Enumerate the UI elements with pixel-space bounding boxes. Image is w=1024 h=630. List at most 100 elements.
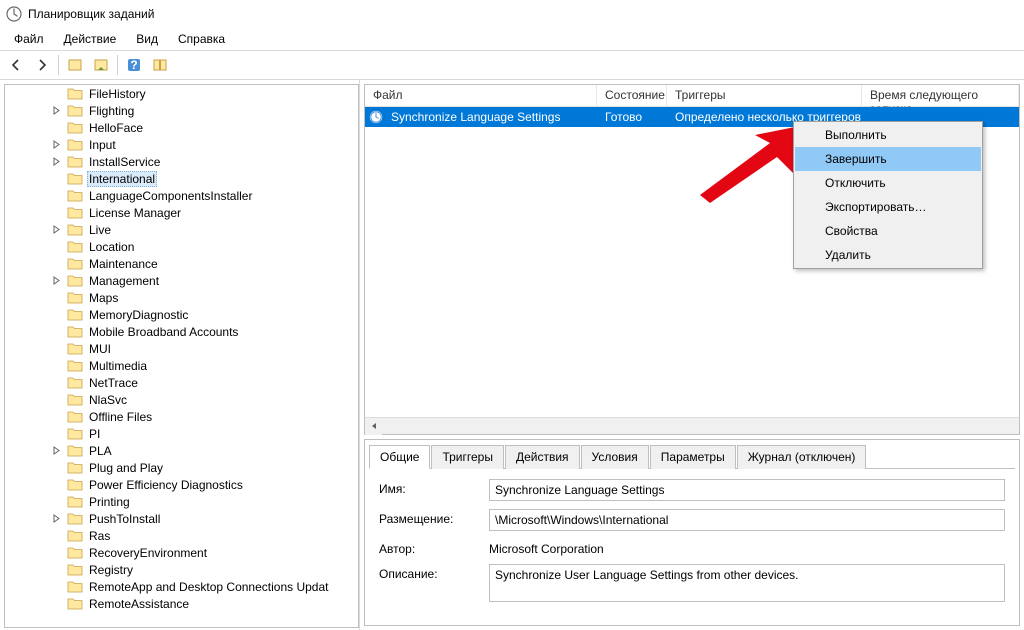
- tree-item[interactable]: FileHistory: [5, 85, 358, 102]
- scroll-left-icon[interactable]: [365, 418, 382, 435]
- tree-item[interactable]: Mobile Broadband Accounts: [5, 323, 358, 340]
- tree-item-label: Flighting: [87, 104, 136, 118]
- tree-item[interactable]: InstallService: [5, 153, 358, 170]
- tree-item[interactable]: Maps: [5, 289, 358, 306]
- tab-conditions[interactable]: Условия: [581, 445, 649, 469]
- field-name[interactable]: [489, 479, 1005, 501]
- tree-item[interactable]: Plug and Play: [5, 459, 358, 476]
- ctx-export[interactable]: Экспортировать…: [795, 195, 981, 219]
- tree-item-label: PLA: [87, 444, 114, 458]
- tree-item[interactable]: HelloFace: [5, 119, 358, 136]
- toolbar-btn-4[interactable]: [148, 53, 172, 77]
- field-description[interactable]: [489, 564, 1005, 602]
- tree-item[interactable]: PLA: [5, 442, 358, 459]
- task-name: Synchronize Language Settings: [383, 110, 597, 124]
- folder-icon: [67, 359, 83, 372]
- expand-icon[interactable]: [49, 138, 63, 152]
- tree-item-label: Management: [87, 274, 161, 288]
- tree-item[interactable]: Live: [5, 221, 358, 238]
- menu-help[interactable]: Справка: [168, 30, 235, 48]
- expand-icon[interactable]: [49, 274, 63, 288]
- toolbar-help-button[interactable]: ?: [122, 53, 146, 77]
- toolbar-back-button[interactable]: [4, 53, 28, 77]
- ctx-properties[interactable]: Свойства: [795, 219, 981, 243]
- folder-icon: [67, 376, 83, 389]
- toolbar-forward-button[interactable]: [30, 53, 54, 77]
- ctx-run[interactable]: Выполнить: [795, 123, 981, 147]
- tree-item[interactable]: Location: [5, 238, 358, 255]
- folder-icon: [67, 121, 83, 134]
- col-nextrun[interactable]: Время следующего запуска: [862, 85, 1019, 106]
- tree-item-label: Location: [87, 240, 136, 254]
- expand-icon[interactable]: [49, 444, 63, 458]
- tab-params[interactable]: Параметры: [650, 445, 736, 469]
- tree-item-label: Ras: [87, 529, 112, 543]
- tab-general[interactable]: Общие: [369, 445, 430, 469]
- tree-item[interactable]: RemoteApp and Desktop Connections Updat: [5, 578, 358, 595]
- tree-item[interactable]: Printing: [5, 493, 358, 510]
- menu-action[interactable]: Действие: [54, 30, 127, 48]
- tree-item[interactable]: Multimedia: [5, 357, 358, 374]
- tree-item[interactable]: PI: [5, 425, 358, 442]
- folder-icon: [67, 104, 83, 117]
- col-state[interactable]: Состояние: [597, 85, 667, 106]
- tree-item[interactable]: Registry: [5, 561, 358, 578]
- folder-icon: [67, 393, 83, 406]
- tree-item-label: Input: [87, 138, 118, 152]
- tree-item[interactable]: Offline Files: [5, 408, 358, 425]
- tab-triggers[interactable]: Триггеры: [431, 445, 504, 469]
- ctx-disable[interactable]: Отключить: [795, 171, 981, 195]
- tree-item[interactable]: Input: [5, 136, 358, 153]
- tab-history[interactable]: Журнал (отключен): [737, 445, 867, 469]
- tree-item-label: FileHistory: [87, 87, 148, 101]
- tree-item[interactable]: License Manager: [5, 204, 358, 221]
- col-triggers[interactable]: Триггеры: [667, 85, 862, 106]
- tree-item[interactable]: PushToInstall: [5, 510, 358, 527]
- tree-item-label: Registry: [87, 563, 135, 577]
- tree-item-label: RemoteAssistance: [87, 597, 191, 611]
- tree-item[interactable]: Maintenance: [5, 255, 358, 272]
- tree-item-label: RecoveryEnvironment: [87, 546, 209, 560]
- tree-item-label: PushToInstall: [87, 512, 162, 526]
- window-title: Планировщик заданий: [28, 7, 154, 21]
- folder-icon: [67, 308, 83, 321]
- tree-view[interactable]: FileHistory FlightingHelloFace InputInstal…: [4, 84, 359, 628]
- tree-item[interactable]: RecoveryEnvironment: [5, 544, 358, 561]
- ctx-end[interactable]: Завершить: [795, 147, 981, 171]
- folder-icon: [67, 342, 83, 355]
- menu-file[interactable]: Файл: [4, 30, 54, 48]
- folder-icon: [67, 291, 83, 304]
- expand-icon[interactable]: [49, 512, 63, 526]
- tree-item[interactable]: NetTrace: [5, 374, 358, 391]
- ctx-delete[interactable]: Удалить: [795, 243, 981, 267]
- folder-icon: [67, 138, 83, 151]
- tree-item[interactable]: Flighting: [5, 102, 358, 119]
- menu-view[interactable]: Вид: [126, 30, 168, 48]
- folder-icon: [67, 155, 83, 168]
- tab-actions[interactable]: Действия: [505, 445, 580, 469]
- expand-icon[interactable]: [49, 223, 63, 237]
- field-location[interactable]: [489, 509, 1005, 531]
- tree-item[interactable]: Ras: [5, 527, 358, 544]
- tree-item[interactable]: LanguageComponentsInstaller: [5, 187, 358, 204]
- tree-item[interactable]: MUI: [5, 340, 358, 357]
- h-scrollbar[interactable]: [365, 417, 1019, 434]
- tree-item[interactable]: International: [5, 170, 358, 187]
- tree-item[interactable]: MemoryDiagnostic: [5, 306, 358, 323]
- folder-icon: [67, 274, 83, 287]
- folder-icon: [67, 495, 83, 508]
- toolbar-btn-1[interactable]: [63, 53, 87, 77]
- tree-item-label: Live: [87, 223, 113, 237]
- expand-icon[interactable]: [49, 104, 63, 118]
- tree-item[interactable]: Management: [5, 272, 358, 289]
- tree-item[interactable]: Power Efficiency Diagnostics: [5, 476, 358, 493]
- tree-item[interactable]: NlaSvc: [5, 391, 358, 408]
- col-file[interactable]: Файл: [365, 85, 597, 106]
- folder-icon: [67, 206, 83, 219]
- details-body: Имя: Размещение: Автор: Microsoft Corpor…: [369, 469, 1015, 617]
- tree-item[interactable]: RemoteAssistance: [5, 595, 358, 612]
- toolbar-btn-2[interactable]: [89, 53, 113, 77]
- expand-icon[interactable]: [49, 155, 63, 169]
- tree-item-label: License Manager: [87, 206, 183, 220]
- tree-item-label: NlaSvc: [87, 393, 129, 407]
